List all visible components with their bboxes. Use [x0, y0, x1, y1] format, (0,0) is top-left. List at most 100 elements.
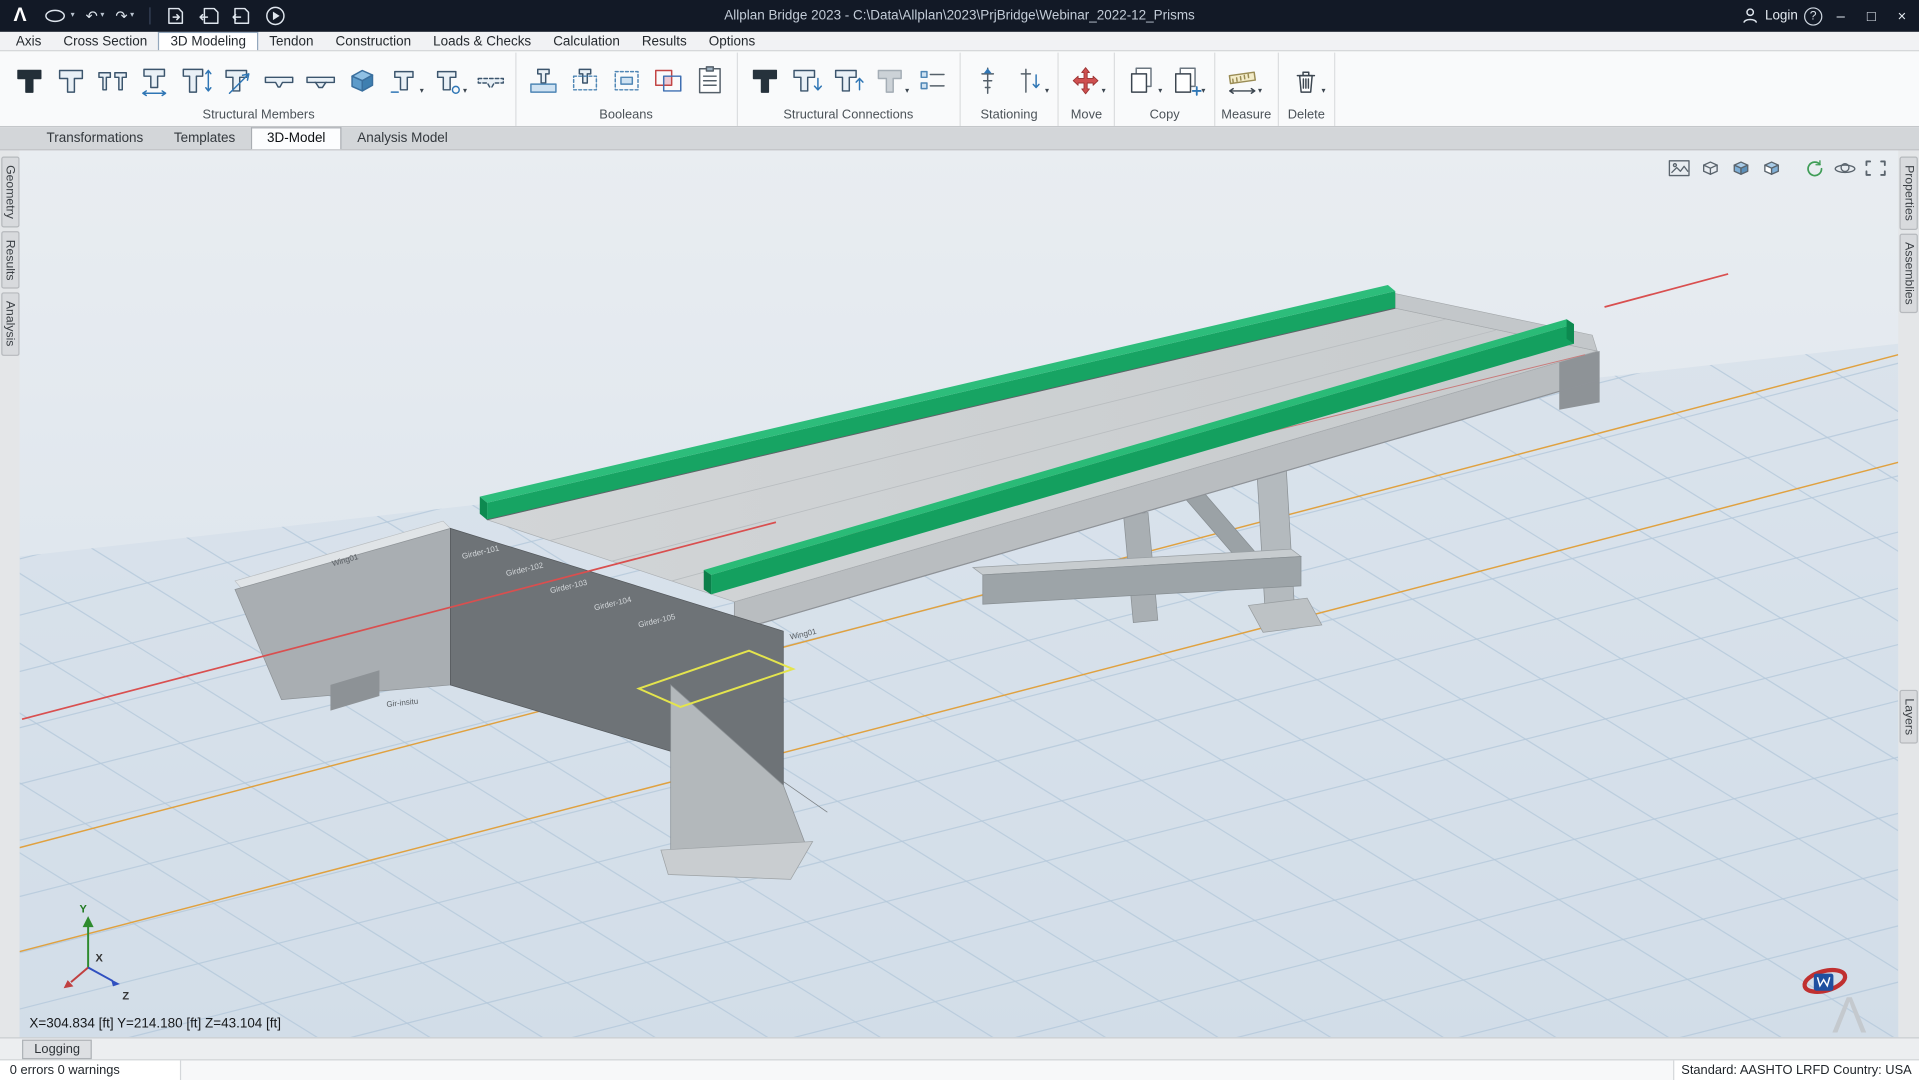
close-button[interactable]: × [1890, 4, 1914, 28]
dropdown-caret-icon[interactable]: ▾ [1321, 85, 1325, 95]
ribbon-group-copy: ▾ ▾ Copy [1115, 53, 1215, 126]
fullscreen-button[interactable] [1863, 158, 1889, 179]
dropdown-caret-icon[interactable]: ▾ [100, 12, 104, 20]
connection-down-icon[interactable] [785, 54, 827, 105]
prism-icon[interactable] [341, 54, 383, 105]
tab-construction[interactable]: Construction [324, 32, 422, 50]
status-errors: 0 errors 0 warnings [0, 1060, 181, 1080]
tab-cross-section[interactable]: Cross Section [52, 32, 158, 50]
viewport: Wing01 Girder-101 Girder-102 Girder-103 … [20, 150, 1899, 1037]
slab-haunch-icon[interactable] [300, 54, 342, 105]
slab-variant-icon[interactable] [469, 54, 511, 105]
connection-up-icon[interactable] [827, 54, 869, 105]
girder-solid-icon[interactable] [9, 54, 51, 105]
application-window: Λ ▾ ↶ ▾ ↷ ▾ [0, 0, 1919, 1080]
minimize-button[interactable]: – [1829, 4, 1853, 28]
tab-options[interactable]: Options [698, 32, 766, 50]
copy-icon[interactable] [1121, 54, 1163, 105]
shaded-view-button[interactable] [1728, 158, 1754, 179]
undo-button[interactable]: ↶ ▾ [81, 2, 110, 29]
dropdown-caret-icon[interactable]: ▾ [1201, 85, 1205, 95]
girder-outline-icon[interactable] [50, 54, 92, 105]
export-image-button[interactable] [1667, 158, 1693, 179]
girder-width-icon[interactable] [133, 54, 175, 105]
half-section-view-button[interactable] [1759, 158, 1785, 179]
connection-list-icon[interactable] [912, 54, 954, 105]
tab-axis[interactable]: Axis [5, 32, 52, 50]
3d-scene-canvas[interactable]: Wing01 Girder-101 Girder-102 Girder-103 … [20, 150, 1899, 1037]
girder-double-icon[interactable] [92, 54, 134, 105]
import-button[interactable] [193, 2, 225, 29]
dropdown-caret-icon[interactable]: ▾ [130, 12, 134, 20]
open-project-button[interactable] [160, 2, 192, 29]
document-tab-bar: Transformations Templates 3D-Model Analy… [0, 127, 1919, 150]
boolean-region-icon[interactable] [605, 54, 647, 105]
ribbon-group-structural-connections: ▾ Structural Connections [737, 53, 960, 126]
doc-tab-transformations[interactable]: Transformations [32, 128, 158, 149]
maximize-button[interactable]: □ [1859, 4, 1883, 28]
dropdown-caret-icon[interactable]: ▾ [905, 85, 909, 95]
sidebar-tab-geometry[interactable]: Geometry [1, 157, 19, 228]
axis-x-label: X [95, 952, 103, 964]
axis-gizmo: Y X Z [59, 899, 137, 1008]
login-button[interactable]: Login [1740, 6, 1797, 26]
dropdown-caret-icon[interactable]: ▾ [463, 85, 467, 95]
dropdown-caret-icon[interactable]: ▾ [1158, 85, 1162, 95]
help-button[interactable]: ? [1804, 7, 1822, 25]
redo-button[interactable]: ↷ ▾ [110, 2, 139, 29]
connection-solid-icon[interactable] [744, 54, 786, 105]
dropdown-caret-icon[interactable]: ▾ [1045, 85, 1049, 95]
boolean-intersect-icon[interactable] [647, 54, 689, 105]
tab-3d-modeling[interactable]: 3D Modeling [158, 32, 258, 50]
run-calculation-button[interactable] [259, 2, 291, 29]
logging-tab[interactable]: Logging [22, 1039, 92, 1059]
doc-tab-3d-model[interactable]: 3D-Model [251, 127, 341, 149]
dropdown-caret-icon[interactable]: ▾ [1258, 85, 1262, 95]
sidebar-tab-results[interactable]: Results [1, 231, 19, 289]
copy-special-icon[interactable] [1165, 54, 1207, 105]
girder-skew-icon[interactable] [217, 54, 259, 105]
station-insert-icon[interactable] [967, 54, 1009, 105]
tab-results[interactable]: Results [631, 32, 698, 50]
connection-disabled-icon[interactable] [868, 54, 910, 105]
ribbon: ▾ ▾ Structural Members Booleans [0, 51, 1919, 127]
girder-variant-b-icon[interactable] [426, 54, 468, 105]
sidebar-tab-properties[interactable]: Properties [1899, 157, 1917, 230]
view-cube-button[interactable] [1698, 158, 1724, 179]
dropdown-caret-icon[interactable]: ▾ [71, 12, 75, 20]
sidebar-tab-assemblies[interactable]: Assemblies [1899, 233, 1917, 313]
ribbon-group-delete: ▾ Delete [1279, 53, 1336, 126]
measure-icon[interactable] [1221, 54, 1263, 105]
doc-tab-templates[interactable]: Templates [159, 128, 250, 149]
export-button[interactable] [226, 2, 258, 29]
dropdown-caret-icon[interactable]: ▾ [1102, 85, 1106, 95]
girder-height-icon[interactable] [175, 54, 217, 105]
boolean-list-icon[interactable] [688, 54, 730, 105]
ribbon-group-stationing: ▾ Stationing [961, 53, 1059, 126]
delete-icon[interactable] [1285, 54, 1327, 105]
sidebar-tab-layers[interactable]: Layers [1899, 689, 1917, 743]
play-icon [264, 5, 286, 27]
boolean-attach-icon[interactable] [522, 54, 564, 105]
station-edit-icon[interactable] [1008, 54, 1050, 105]
boolean-cut-icon[interactable] [564, 54, 606, 105]
tab-tendon[interactable]: Tendon [258, 32, 324, 50]
orbit-view-button[interactable] [1832, 158, 1858, 179]
girder-variant-a-icon[interactable] [383, 54, 425, 105]
slab-icon[interactable] [258, 54, 300, 105]
dropdown-caret-icon[interactable]: ▾ [420, 85, 424, 95]
tab-loads-checks[interactable]: Loads & Checks [422, 32, 542, 50]
right-panel-strip: Properties Assemblies Layers [1898, 150, 1919, 1037]
refresh-view-button[interactable] [1802, 158, 1828, 179]
sidebar-tab-analysis[interactable]: Analysis [1, 293, 19, 356]
doc-tab-analysis-model[interactable]: Analysis Model [343, 128, 463, 149]
titlebar-separator [149, 7, 150, 24]
move-icon[interactable] [1065, 54, 1107, 105]
ribbon-group-label: Measure [1221, 108, 1271, 126]
undo-icon: ↶ [86, 7, 98, 24]
ribbon-group-label: Move [1065, 108, 1108, 126]
image-icon [1668, 159, 1691, 177]
shape-tool-button[interactable]: ▾ [39, 2, 80, 29]
tab-calculation[interactable]: Calculation [542, 32, 631, 50]
status-bar: 0 errors 0 warnings Standard: AASHTO LRF… [0, 1059, 1919, 1080]
